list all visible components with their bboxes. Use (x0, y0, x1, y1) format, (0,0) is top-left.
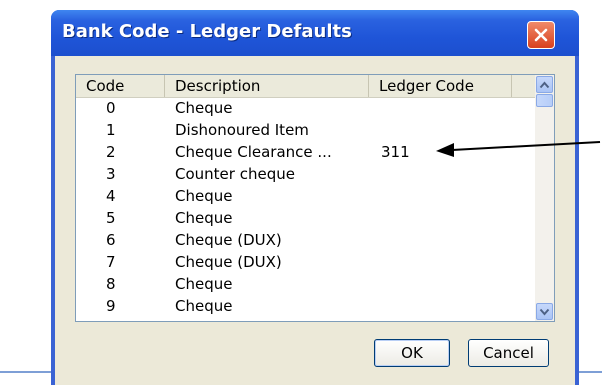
scroll-down-button[interactable] (536, 303, 553, 320)
cell-code: 9 (106, 297, 116, 315)
cell-description: Cheque (DUX) (175, 253, 282, 271)
close-button[interactable] (527, 21, 555, 49)
ok-button[interactable]: OK (374, 339, 450, 367)
vertical-scrollbar[interactable] (535, 75, 554, 321)
scroll-up-button[interactable] (536, 76, 553, 93)
cell-description: Cheque (175, 297, 233, 315)
chevron-down-icon (539, 308, 550, 316)
cell-description: Counter cheque (175, 165, 295, 183)
table-row[interactable]: 1 Dishonoured Item (76, 119, 536, 141)
table-row[interactable]: 0 Cheque (76, 97, 536, 119)
table-row[interactable]: 8 Cheque (76, 273, 536, 295)
cell-description: Cheque (175, 275, 233, 293)
cell-description: Cheque (DUX) (175, 231, 282, 249)
cell-description: Cheque (175, 209, 233, 227)
cell-ledger-code: 311 (381, 143, 410, 161)
cell-code: 6 (106, 231, 116, 249)
table-row[interactable]: 4 Cheque (76, 185, 536, 207)
cell-description: Dishonoured Item (175, 121, 309, 139)
cell-description: Cheque (175, 187, 233, 205)
table-row[interactable]: 9 Cheque (76, 295, 536, 317)
cell-code: 7 (106, 253, 116, 271)
dialog-client-area: Code Description Ledger Code 0 Cheque 1 … (55, 56, 575, 385)
table-row[interactable]: 6 Cheque (DUX) (76, 229, 536, 251)
ledger-list[interactable]: Code Description Ledger Code 0 Cheque 1 … (75, 74, 555, 322)
dialog-window: Bank Code - Ledger Defaults Code Descrip… (51, 10, 579, 385)
cell-code: 4 (106, 187, 116, 205)
list-header: Code Description Ledger Code (76, 75, 536, 98)
chevron-up-icon (539, 80, 550, 88)
title-bar[interactable]: Bank Code - Ledger Defaults (51, 10, 579, 56)
cancel-button[interactable]: Cancel (468, 339, 549, 367)
scroll-thumb[interactable] (536, 94, 553, 107)
column-header-ledger-code[interactable]: Ledger Code (369, 75, 512, 97)
cell-code: 2 (106, 143, 116, 161)
column-header-description[interactable]: Description (165, 75, 369, 97)
cell-code: 5 (106, 209, 116, 227)
table-row[interactable]: 7 Cheque (DUX) (76, 251, 536, 273)
column-header-code[interactable]: Code (76, 75, 165, 97)
cell-code: 0 (106, 99, 116, 117)
cell-description: Cheque (175, 99, 233, 117)
cell-code: 1 (106, 121, 116, 139)
cell-code: 3 (106, 165, 116, 183)
table-row[interactable]: 5 Cheque (76, 207, 536, 229)
cell-description: Cheque Clearance ... (175, 143, 332, 161)
list-rows: 0 Cheque 1 Dishonoured Item 2 Cheque Cle… (76, 97, 536, 317)
cell-code: 8 (106, 275, 116, 293)
close-icon (534, 28, 548, 42)
dialog-title: Bank Code - Ledger Defaults (62, 21, 352, 42)
table-row[interactable]: 3 Counter cheque (76, 163, 536, 185)
table-row[interactable]: 2 Cheque Clearance ... 311 (76, 141, 536, 163)
